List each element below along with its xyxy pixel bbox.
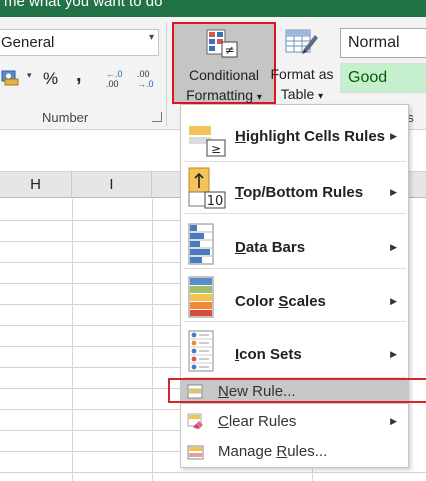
- conditional-formatting-menu: ≥ Highlight Cells Rules ▶ 10 Top/Bottom …: [180, 104, 409, 468]
- group-separator: [166, 22, 167, 126]
- grid-line: [0, 325, 180, 326]
- submenu-arrow-icon: ▶: [390, 131, 397, 141]
- format-as-table-button[interactable]: Format as Table ▾: [266, 22, 340, 104]
- label-rest: ata Bars: [245, 239, 306, 256]
- decrease-decimal-button[interactable]: .00 →.0: [137, 69, 157, 91]
- color-scales-icon: [187, 276, 227, 318]
- menu-item-label: Icon Sets: [235, 346, 302, 363]
- accounting-chevron-icon[interactable]: ▾: [27, 70, 32, 81]
- tell-me-text[interactable]: me what you want to do: [4, 0, 162, 10]
- grid-line: [0, 220, 180, 221]
- grid-line: [312, 469, 313, 481]
- menu-item-label: Highlight Cells Rules: [235, 128, 385, 145]
- percent-style-button[interactable]: %: [43, 69, 58, 89]
- format-as-table-icon: [284, 27, 320, 59]
- grid-line: [0, 451, 180, 452]
- accounting-format-icon[interactable]: [0, 66, 22, 88]
- svg-text:10: 10: [207, 194, 224, 209]
- column-header-h[interactable]: H: [0, 172, 72, 198]
- cell-style-good[interactable]: Good: [340, 63, 426, 93]
- menu-separator: [184, 321, 406, 322]
- menu-item-label: Color Scales: [235, 293, 326, 310]
- mnemonic: D: [235, 239, 246, 256]
- mnemonic: S: [278, 293, 289, 310]
- decrease-decimal-bottom: →.0: [137, 79, 154, 89]
- grid-line: [0, 304, 180, 305]
- label-pre: Manage: [218, 443, 277, 460]
- conditional-formatting-label-2: Formatting ▾: [174, 87, 274, 103]
- submenu-arrow-icon: ▶: [390, 187, 397, 197]
- grid-line: [0, 388, 180, 389]
- chevron-down-icon: ▾: [318, 91, 324, 102]
- format-as-table-label-2-text: Table: [280, 86, 315, 102]
- grid-line: [0, 241, 180, 242]
- number-group-label: Number: [42, 110, 89, 125]
- menu-item-label: Clear Rules: [218, 413, 296, 430]
- submenu-arrow-icon: ▶: [390, 242, 397, 252]
- menu-item-color-scales[interactable]: Color Scales ▶: [181, 271, 408, 323]
- comma-style-button[interactable]: ,: [76, 64, 82, 87]
- manage-rules-icon: [187, 444, 205, 462]
- svg-text:≥: ≥: [211, 142, 221, 156]
- decrease-decimal-top: .00: [137, 69, 150, 79]
- number-format-value: General: [1, 34, 55, 51]
- increase-decimal-top: ←.0: [106, 69, 123, 79]
- clear-rules-icon: [187, 413, 205, 431]
- number-dialog-launcher-icon[interactable]: [152, 112, 162, 122]
- conditional-formatting-label-2-text: Formatting: [186, 87, 253, 103]
- highlight-cells-icon: ≥: [187, 118, 227, 158]
- menu-item-top-bottom-rules[interactable]: 10 Top/Bottom Rules ▶: [181, 163, 408, 213]
- mnemonic: R: [276, 443, 288, 460]
- column-header-i[interactable]: I: [72, 172, 152, 198]
- grid-line: [0, 430, 180, 431]
- menu-item-label: Data Bars: [235, 239, 305, 256]
- increase-decimal-bottom: .00: [106, 79, 119, 89]
- conditional-formatting-icon: ≠: [205, 28, 241, 60]
- icon-sets-icon: [187, 330, 227, 372]
- grid-line: [0, 283, 180, 284]
- submenu-arrow-icon: ▶: [390, 416, 397, 426]
- label-rest: op/Bottom Rules: [243, 184, 364, 201]
- format-as-table-label-2: Table ▾: [266, 86, 338, 102]
- grid-line: [0, 409, 180, 410]
- mnemonic: C: [218, 413, 229, 430]
- increase-decimal-button[interactable]: ←.0 .00: [106, 69, 126, 91]
- top-bottom-icon: 10: [187, 166, 227, 209]
- conditional-formatting-button[interactable]: ≠ Conditional Formatting ▾: [172, 22, 276, 104]
- chevron-down-icon: ▾: [148, 32, 154, 43]
- menu-item-icon-sets[interactable]: Icon Sets ▶: [181, 324, 408, 376]
- svg-text:≠: ≠: [224, 43, 234, 57]
- label-rest: lear Rules: [228, 413, 297, 430]
- cell-style-normal[interactable]: Normal: [340, 28, 426, 58]
- grid-line: [0, 472, 426, 473]
- menu-item-label: Top/Bottom Rules: [235, 184, 363, 201]
- label-pre: Color: [235, 293, 279, 310]
- submenu-arrow-icon: ▶: [390, 349, 397, 359]
- conditional-formatting-label-1: Conditional: [188, 67, 260, 83]
- menu-item-highlight-cells-rules[interactable]: ≥ Highlight Cells Rules ▶: [181, 113, 408, 163]
- mnemonic: H: [235, 128, 246, 145]
- menu-separator: [184, 161, 406, 162]
- title-bar: me what you want to do: [0, 0, 426, 17]
- menu-item-clear-rules[interactable]: Clear Rules ▶: [181, 409, 408, 435]
- submenu-arrow-icon: ▶: [390, 296, 397, 306]
- menu-separator: [184, 213, 406, 214]
- label-rest: ules...: [287, 443, 328, 460]
- label-rest: cales: [288, 293, 326, 310]
- chevron-down-icon: ▾: [256, 92, 262, 103]
- grid-line: [0, 262, 180, 263]
- menu-separator: [184, 268, 406, 269]
- new-rule-annotation-outline: [168, 378, 426, 403]
- menu-item-label: Manage Rules...: [218, 443, 327, 460]
- mnemonic: T: [235, 184, 244, 201]
- format-as-table-label-1: Format as: [270, 66, 334, 82]
- menu-item-manage-rules[interactable]: Manage Rules...: [181, 440, 408, 466]
- data-bars-icon: [187, 223, 227, 265]
- label-rest: con Sets: [239, 346, 302, 363]
- number-format-dropdown[interactable]: General ▾: [0, 29, 159, 56]
- grid-line: [0, 367, 180, 368]
- grid-line: [0, 346, 180, 347]
- label-rest: ighlight Cells Rules: [245, 128, 386, 145]
- menu-item-data-bars[interactable]: Data Bars ▶: [181, 218, 408, 270]
